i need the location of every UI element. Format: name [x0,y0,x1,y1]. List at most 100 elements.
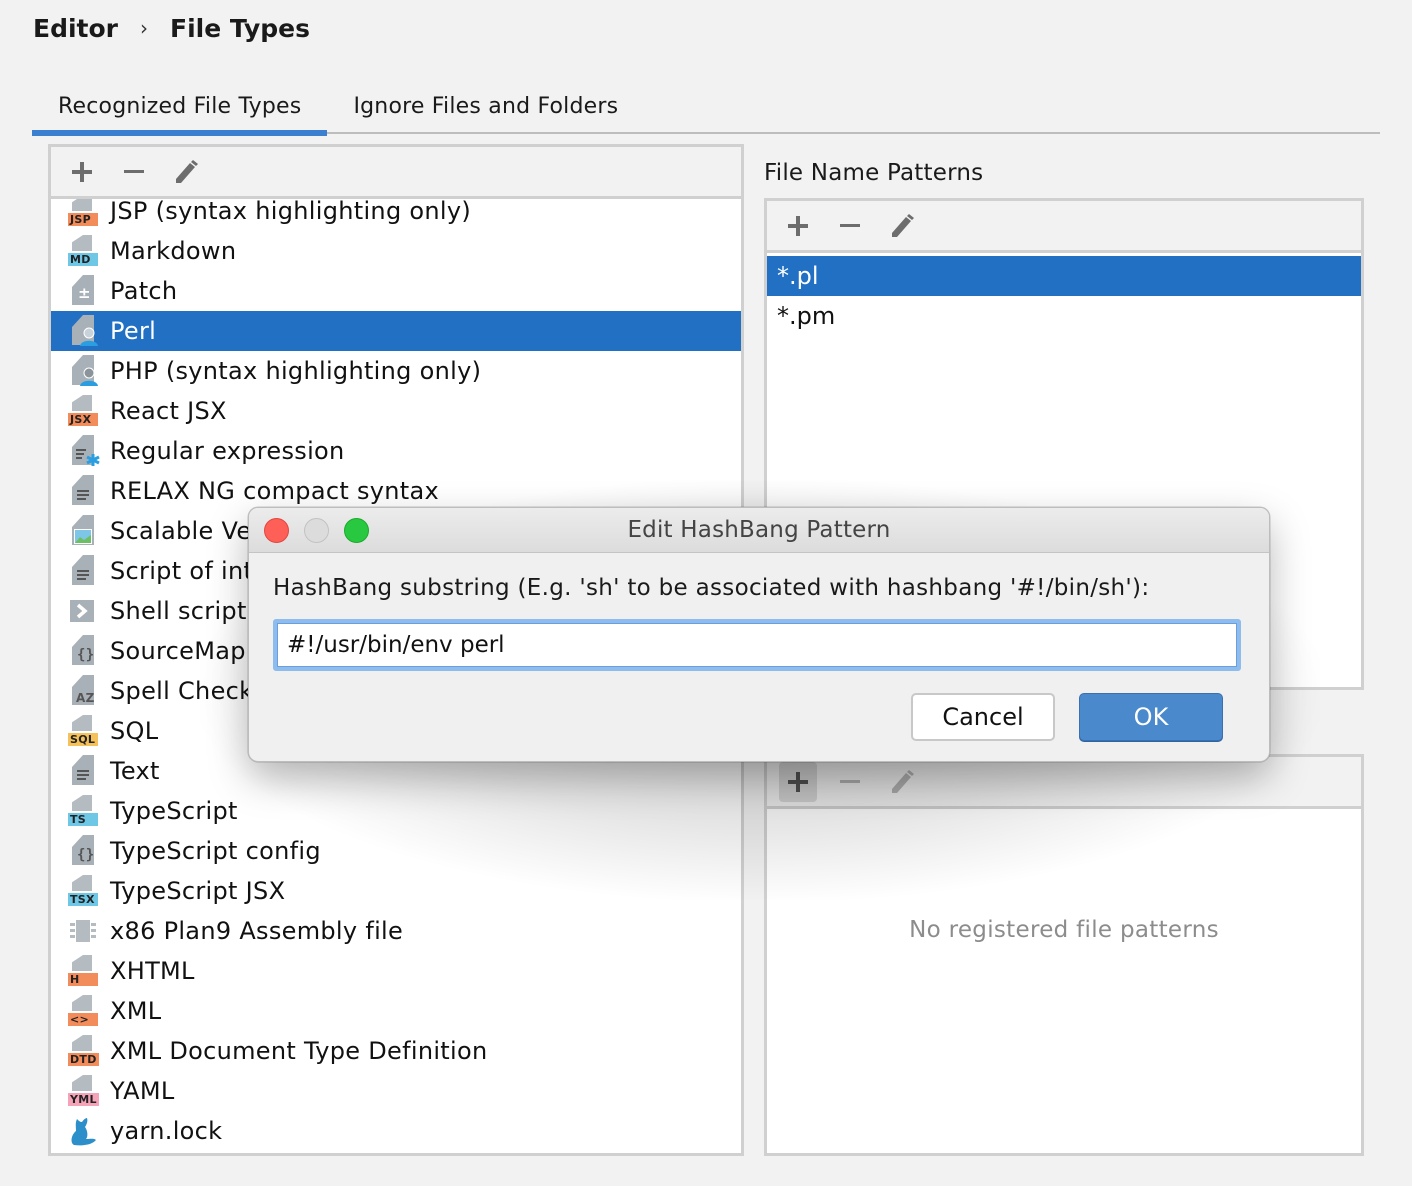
text-file-icon [68,475,100,507]
file-type-item[interactable]: Perl [51,311,741,351]
file-type-item[interactable]: <> XML [51,991,741,1031]
file-name-patterns-label: File Name Patterns [764,160,984,186]
file-type-label: TypeScript JSX [110,877,286,905]
file-type-label: YAML [110,1077,175,1105]
add-hashbang-button[interactable] [779,761,817,802]
file-type-item[interactable]: x86 Plan9 Assembly file [51,911,741,951]
dialog-body: HashBang substring (E.g. 'sh' to be asso… [249,553,1269,671]
typescript-file-icon: TS [68,795,100,827]
dialog-title: Edit HashBang Pattern [627,517,891,543]
text-file-icon [68,755,100,787]
file-type-label: SQL [110,717,159,745]
plus-icon [788,215,808,236]
edit-pattern-button[interactable] [883,206,921,246]
file-type-badge: YML [68,1093,99,1106]
file-type-badge: DTD [68,1053,99,1066]
dialog-titlebar[interactable]: Edit HashBang Pattern [249,508,1269,553]
minus-icon [124,169,144,173]
dialog-buttons: Cancel OK [911,693,1223,741]
json-file-icon: {} [68,635,100,667]
patch-file-icon: ± [68,275,100,307]
hashbang-input[interactable] [273,619,1241,671]
edit-hashbang-button[interactable] [883,762,921,802]
minus-icon [840,223,860,227]
file-type-label: JSP (syntax highlighting only) [110,199,472,225]
file-type-item[interactable]: TSX TypeScript JSX [51,871,741,911]
file-type-label: React JSX [110,397,227,425]
minus-icon [840,779,860,783]
file-type-item[interactable]: DTD XML Document Type Definition [51,1031,741,1071]
shell-script-icon [68,595,100,627]
hashbang-patterns-toolbar [767,757,1361,809]
file-type-label: XML [110,997,162,1025]
php-file-icon [68,355,100,387]
file-type-item[interactable]: Regular expression [51,431,741,471]
file-type-item[interactable]: MD Markdown [51,231,741,271]
image-file-icon [68,515,100,547]
edit-hashbang-dialog: Edit HashBang Pattern HashBang substring… [248,507,1270,762]
perl-file-icon [68,315,100,347]
json-file-icon: {} [68,835,100,867]
file-type-label: Markdown [110,237,237,265]
file-type-label: Perl [110,317,157,345]
file-name-patterns-toolbar [767,201,1361,253]
file-type-item[interactable]: PHP (syntax highlighting only) [51,351,741,391]
file-type-item[interactable]: TS TypeScript [51,791,741,831]
hashbang-prompt-label: HashBang substring (E.g. 'sh' to be asso… [273,575,1150,601]
cancel-button[interactable]: Cancel [911,693,1055,741]
breadcrumb-separator-icon: › [140,16,148,40]
file-type-badge: JSP [68,213,98,226]
regex-file-icon [68,435,100,467]
pattern-item[interactable]: *.pm [767,296,1361,336]
add-file-type-button[interactable] [63,152,101,192]
jsp-file-icon: JSP [68,199,100,227]
add-pattern-button[interactable] [779,206,817,246]
html-file-icon: H [68,955,100,987]
pencil-icon [892,213,914,237]
close-window-button[interactable] [264,518,289,543]
tab-recognized-file-types[interactable]: Recognized File Types [32,78,328,136]
file-type-badge: TSX [68,893,98,906]
file-type-item[interactable]: ± Patch [51,271,741,311]
file-type-label: TypeScript config [110,837,321,865]
file-type-badge: H [68,973,98,986]
file-type-badge: SQL [68,733,98,746]
tab-ignore-files-and-folders[interactable]: Ignore Files and Folders [327,78,644,134]
file-type-item[interactable]: YML YAML [51,1071,741,1111]
yarn-cat-icon [68,1115,100,1147]
file-type-badge: <> [68,1013,98,1026]
remove-file-type-button[interactable] [115,152,153,192]
tab-bar: Recognized File Types Ignore Files and F… [32,78,1380,136]
file-type-label: Text [110,757,160,785]
plus-icon [72,161,92,182]
edit-file-type-button[interactable] [167,152,205,192]
file-type-item[interactable]: JSX React JSX [51,391,741,431]
minimize-window-button[interactable] [304,518,329,543]
empty-state-text: No registered file patterns [909,917,1219,943]
file-type-item[interactable]: {} TypeScript config [51,831,741,871]
breadcrumb: Editor › File Types [33,10,310,46]
breadcrumb-current: File Types [170,13,310,43]
pencil-icon [176,159,198,183]
file-type-label: Shell script [110,597,247,625]
ok-button[interactable]: OK [1079,693,1223,741]
file-type-badge: TS [68,813,98,826]
jsx-file-icon: JSX [68,395,100,427]
remove-pattern-button[interactable] [831,206,869,246]
file-type-item[interactable]: JSP JSP (syntax highlighting only) [51,199,741,231]
chip-icon [68,915,100,947]
pattern-item[interactable]: *.pl [767,256,1361,296]
file-type-item[interactable]: yarn.lock [51,1111,741,1151]
yaml-file-icon: YML [68,1075,100,1107]
maximize-window-button[interactable] [344,518,369,543]
file-type-badge: JSX [68,413,98,426]
file-type-label: yarn.lock [110,1117,223,1145]
file-type-label: x86 Plan9 Assembly file [110,917,404,945]
file-type-label: TypeScript [110,797,238,825]
file-type-item[interactable]: RELAX NG compact syntax [51,471,741,511]
pencil-icon [892,769,914,793]
file-type-item[interactable]: H XHTML [51,951,741,991]
remove-hashbang-button[interactable] [831,762,869,802]
breadcrumb-parent[interactable]: Editor [33,14,118,43]
file-type-badge: MD [68,253,98,266]
